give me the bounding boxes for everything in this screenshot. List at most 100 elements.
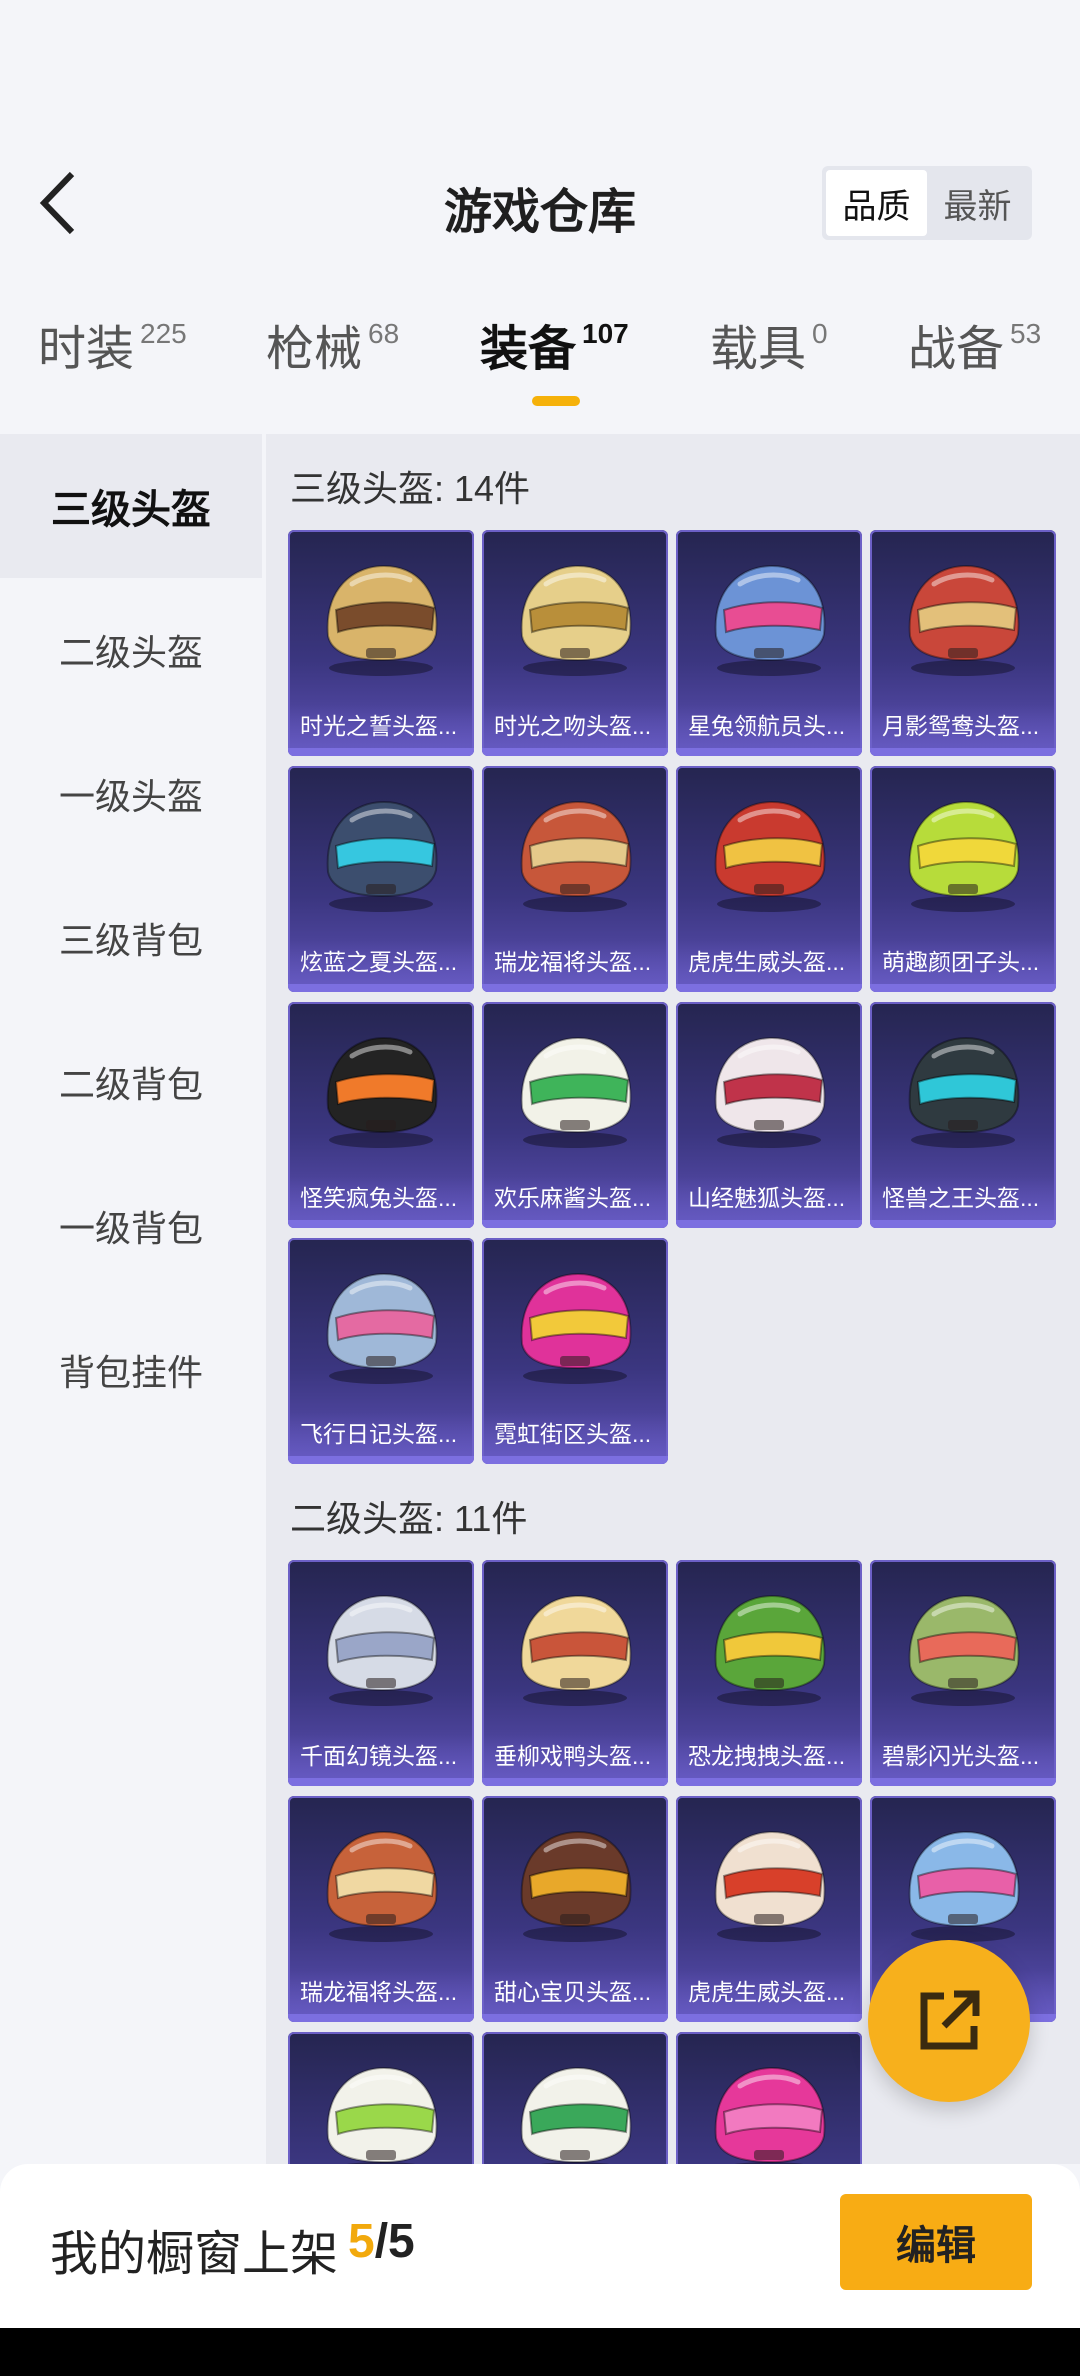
rarity-bar <box>482 2014 668 2022</box>
helmet-icon <box>908 564 1020 676</box>
item-card[interactable]: 山经魅狐头盔... <box>676 1002 862 1228</box>
rarity-bar <box>676 1778 862 1786</box>
helmet-icon <box>714 1594 826 1706</box>
item-card[interactable]: 瑞龙福将头盔... <box>288 1796 474 2022</box>
item-card[interactable]: 虎虎生威头盔... <box>676 766 862 992</box>
rarity-bar <box>288 1220 474 1228</box>
sidebar-item-level3-helmet[interactable]: 三级头盔 <box>0 434 262 578</box>
helmet-icon <box>714 1036 826 1148</box>
tab-equipment[interactable]: 装备 107 <box>480 316 629 384</box>
showcase-count-total: 5 <box>388 2215 415 2268</box>
tab-fashion[interactable]: 时装 225 <box>38 316 187 384</box>
helmet-icon <box>326 564 438 676</box>
item-card[interactable]: 欢乐麻酱头盔... <box>482 1002 668 1228</box>
item-card[interactable]: 月影鸳鸯头盔... <box>870 530 1056 756</box>
sidebar-item-level2-helmet[interactable]: 二级头盔 <box>0 578 262 722</box>
helmet-icon <box>908 1036 1020 1148</box>
showcase-count: 5/5 <box>348 2214 415 2269</box>
rarity-bar <box>676 2014 862 2022</box>
external-link-icon <box>920 1990 980 2050</box>
showcase-count-sep: / <box>374 2215 389 2268</box>
rarity-bar <box>870 1778 1056 1786</box>
item-card[interactable] <box>288 2032 474 2164</box>
item-card[interactable]: 时光之誓头盔... <box>288 530 474 756</box>
sidebar-item-level1-backpack[interactable]: 一级背包 <box>0 1154 262 1298</box>
tab-weapons[interactable]: 枪械 68 <box>266 316 399 384</box>
item-name: 恐龙拽拽头盔... <box>676 1734 862 1778</box>
item-name: 时光之誓头盔... <box>288 704 474 748</box>
item-name: 虎虎生威头盔... <box>676 940 862 984</box>
tab-count: 68 <box>368 318 400 349</box>
helmet-icon <box>714 800 826 912</box>
item-name: 欢乐麻酱头盔... <box>482 1176 668 1220</box>
item-card[interactable]: 星兔领航员头... <box>676 530 862 756</box>
tab-label: 战备 <box>908 323 1005 376</box>
helmet-icon <box>326 1594 438 1706</box>
item-card[interactable]: 炫蓝之夏头盔... <box>288 766 474 992</box>
rarity-bar <box>676 748 862 756</box>
item-card[interactable]: 恐龙拽拽头盔... <box>676 1560 862 1786</box>
sort-toggle: 品质 最新 <box>822 166 1032 240</box>
helmet-icon <box>714 564 826 676</box>
rarity-bar <box>288 984 474 992</box>
item-card[interactable]: 萌趣颜团子头... <box>870 766 1056 992</box>
sort-newest-button[interactable]: 最新 <box>927 170 1028 236</box>
item-name: 飞行日记头盔... <box>288 1412 474 1456</box>
header: 游戏仓库 品质 最新 <box>0 0 1080 290</box>
item-card[interactable]: 千面幻镜头盔... <box>288 1560 474 1786</box>
helmet-icon <box>908 1594 1020 1706</box>
item-name: 星兔领航员头... <box>676 704 862 748</box>
tab-count: 0 <box>812 318 828 349</box>
tab-count: 53 <box>1010 318 1042 349</box>
tab-supplies[interactable]: 战备 53 <box>908 316 1041 384</box>
sidebar-item-backpack-pendant[interactable]: 背包挂件 <box>0 1298 262 1442</box>
rarity-bar <box>482 1220 668 1228</box>
sort-quality-button[interactable]: 品质 <box>826 170 927 236</box>
helmet-icon <box>326 2066 438 2164</box>
item-card[interactable]: 垂柳戏鸭头盔... <box>482 1560 668 1786</box>
item-card[interactable]: 霓虹街区头盔... <box>482 1238 668 1464</box>
rarity-bar <box>288 1778 474 1786</box>
helmet-icon <box>520 1594 632 1706</box>
rarity-bar <box>482 748 668 756</box>
item-card[interactable] <box>676 2032 862 2164</box>
item-name: 甜心宝贝头盔... <box>482 1970 668 2014</box>
item-card[interactable]: 虎虎生威头盔... <box>676 1796 862 2022</box>
tab-label: 载具 <box>710 323 807 376</box>
tab-label: 枪械 <box>266 323 363 376</box>
item-name: 炫蓝之夏头盔... <box>288 940 474 984</box>
share-button[interactable] <box>868 1940 1030 2102</box>
item-card[interactable]: 怪笑疯兔头盔... <box>288 1002 474 1228</box>
helmet-icon <box>326 800 438 912</box>
helmet-icon <box>520 564 632 676</box>
section-title: 三级头盔: 14件 <box>290 468 531 509</box>
rarity-bar <box>676 984 862 992</box>
helmet-icon <box>520 1272 632 1384</box>
showcase-label: 我的橱窗上架 <box>50 2228 339 2281</box>
item-card[interactable]: 碧影闪光头盔... <box>870 1560 1056 1786</box>
item-card[interactable] <box>482 2032 668 2164</box>
item-grid: 时光之誓头盔... 时光之吻头盔... 星兔领航员头... 月影鸳鸯头盔... 炫蓝之夏… <box>288 530 1056 1464</box>
rarity-bar <box>288 2014 474 2022</box>
item-name: 瑞龙福将头盔... <box>288 1970 474 2014</box>
item-name: 瑞龙福将头盔... <box>482 940 668 984</box>
sidebar-item-level2-backpack[interactable]: 二级背包 <box>0 1010 262 1154</box>
tab-label: 装备 <box>480 323 577 376</box>
active-tab-indicator <box>532 396 580 406</box>
item-card[interactable]: 甜心宝贝头盔... <box>482 1796 668 2022</box>
edit-button[interactable]: 编辑 <box>840 2194 1032 2290</box>
sidebar: 三级头盔 二级头盔 一级头盔 三级背包 二级背包 一级背包 背包挂件 <box>0 434 262 2154</box>
item-name: 月影鸳鸯头盔... <box>870 704 1056 748</box>
item-card[interactable]: 怪兽之王头盔... <box>870 1002 1056 1228</box>
item-card[interactable]: 时光之吻头盔... <box>482 530 668 756</box>
rarity-bar <box>482 984 668 992</box>
showcase-count-current: 5 <box>348 2215 375 2268</box>
item-name: 垂柳戏鸭头盔... <box>482 1734 668 1778</box>
item-card[interactable]: 瑞龙福将头盔... <box>482 766 668 992</box>
tab-vehicles[interactable]: 载具 0 <box>710 316 828 384</box>
sidebar-item-level1-helmet[interactable]: 一级头盔 <box>0 722 262 866</box>
item-list[interactable]: 三级头盔: 14件 时光之誓头盔... 时光之吻头盔... 星兔领航员头... 月影鸳… <box>266 434 1080 2164</box>
sidebar-item-level3-backpack[interactable]: 三级背包 <box>0 866 262 1010</box>
item-card[interactable]: 飞行日记头盔... <box>288 1238 474 1464</box>
helmet-icon <box>714 2066 826 2164</box>
